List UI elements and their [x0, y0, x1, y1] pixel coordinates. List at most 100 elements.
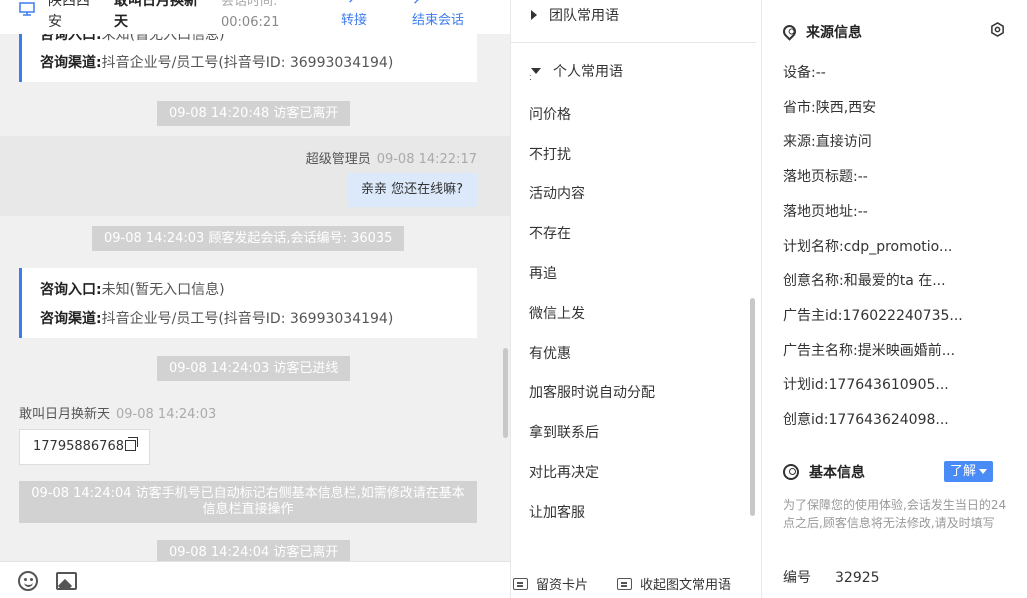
entry-label: 咨询入口:: [40, 282, 102, 298]
agent-message-bubble: 亲亲 您还在线嘛?: [346, 173, 477, 207]
collapse-phrases-button[interactable]: 收起图文常用语: [617, 574, 731, 593]
visitor-message-meta: 敢叫日月换新天 09-08 14:24:03: [19, 403, 216, 422]
phrase-item[interactable]: 问价格: [529, 104, 655, 144]
visitor-phone-number: 17795886768: [33, 439, 124, 454]
phrase-item[interactable]: 对比再决定: [529, 462, 655, 502]
phrase-item[interactable]: 不存在: [529, 223, 655, 263]
chat-panel: 陕西西安 敢叫日月换新天 会话时间: 00:06:21 → 转接 ↗ 结束会话 …: [0, 0, 510, 598]
chat-toolbar: [0, 561, 510, 598]
source-info-label: 省市:: [783, 99, 816, 116]
source-info-value: 176022240735...: [842, 307, 963, 324]
source-info-value: cdp_promotio...: [843, 238, 953, 255]
emoji-icon[interactable]: [18, 571, 38, 591]
source-info-value: 和最爱的ta 在...: [843, 273, 946, 290]
source-info-value: --: [857, 169, 868, 186]
customer-id-value: 32925: [835, 570, 880, 586]
phrases-scrollbar[interactable]: [750, 298, 755, 516]
chat-workspace: 陕西西安 敢叫日月换新天 会话时间: 00:06:21 → 转接 ↗ 结束会话 …: [0, 0, 1027, 598]
edit-notice: 为了保障您的使用体验,会话发生当日的24点之后,顾客信息将无法修改,请及时填写: [783, 498, 1007, 530]
transfer-label: 转接: [341, 13, 368, 28]
source-info-value: 陕西,西安: [815, 99, 877, 116]
settings-icon[interactable]: [990, 22, 1005, 37]
learn-more-label: 了解: [950, 464, 977, 479]
caret-down-icon: [531, 68, 541, 74]
system-message: 09-08 14:24:03 顾客发起会话,会话编号: 36035: [92, 226, 405, 251]
system-message: 09-08 14:20:48 访客已离开: [157, 101, 351, 126]
chat-scrollbar[interactable]: [503, 348, 508, 438]
source-info-value: --: [857, 203, 868, 220]
caret-right-icon: [531, 10, 537, 20]
entry-value: 未知(暂无入口信息): [101, 282, 225, 298]
channel-value: 抖音企业号/员工号(抖音号ID: 36993034194): [101, 55, 394, 71]
session-time: 00:06:21: [221, 15, 280, 30]
phrase-item[interactable]: 不打扰: [529, 144, 655, 184]
caret-down-icon: [979, 469, 988, 474]
learn-more-button[interactable]: 了解: [944, 461, 994, 482]
source-info-value: 提米映画婚前...: [857, 342, 956, 359]
source-info-label: 广告主名称:: [783, 342, 858, 359]
channel-value: 抖音企业号/员工号(抖音号ID: 36993034194): [101, 311, 394, 327]
location-pin-icon: [780, 22, 799, 41]
user-icon: [783, 464, 799, 480]
phrase-item[interactable]: 加客服时说自动分配: [529, 382, 655, 422]
collapse-phrases-label: 收起图文常用语: [640, 578, 732, 593]
source-info-row: 设备:--: [783, 62, 1013, 82]
phrase-item[interactable]: 微信上发: [529, 303, 655, 343]
customer-id-label: 编号: [783, 570, 811, 586]
phrase-item[interactable]: 活动内容: [529, 183, 655, 223]
divider: [511, 42, 756, 43]
source-info-row: 创意id:177643624098...: [783, 409, 1013, 429]
visitor-info-panel: 来源信息 设备:-- 省市:陕西,西安 来源:直接访问 落地页标题:-- 落地页地址:-…: [762, 0, 1027, 598]
source-info-label: 来源:: [783, 134, 816, 151]
transfer-icon: →: [341, 0, 367, 10]
phrases-footer: 留资卡片 收起图文常用语: [511, 561, 761, 598]
agent-name: 超级管理员: [305, 152, 371, 167]
chat-header: 陕西西安 敢叫日月换新天 会话时间: 00:06:21 → 转接 ↗ 结束会话: [0, 0, 510, 34]
phrase-list: 要电话问价格不打扰活动内容不存在再追微信上发有优惠加客服时说自动分配拿到联系后对…: [529, 75, 749, 545]
source-info-value: 直接访问: [815, 134, 872, 151]
source-info-value: --: [815, 65, 826, 81]
message-icon: [617, 578, 632, 590]
consult-info-card: 咨询入口:未知(暂无入口信息) 咨询渠道:抖音企业号/员工号(抖音号ID: 36…: [19, 268, 477, 338]
source-info-row: 计划名称:cdp_promotio...: [783, 236, 1013, 256]
phrase-item[interactable]: 让加客服: [529, 502, 655, 542]
leave-card-button[interactable]: 留资卡片: [513, 574, 588, 593]
transfer-button[interactable]: → 转接: [341, 0, 367, 31]
leave-card-label: 留资卡片: [536, 578, 589, 593]
source-info-label: 广告主id:: [783, 307, 843, 324]
monitor-icon: [19, 2, 35, 16]
copy-icon[interactable]: [124, 437, 138, 451]
visitor-message-time: 09-08 14:24:03: [116, 407, 217, 422]
source-info-row: 计划id:177643610905...: [783, 374, 1013, 394]
agent-message-meta: 超级管理员 09-08 14:22:17: [306, 148, 477, 167]
channel-label: 咨询渠道:: [40, 55, 102, 71]
visitor-message-name: 敢叫日月换新天: [19, 407, 111, 422]
source-info-row: 创意名称:和最爱的ta 在...: [783, 270, 1013, 290]
source-info-row: 省市:陕西,西安: [783, 97, 1013, 117]
source-info-label: 设备:: [783, 65, 816, 81]
card-icon: [513, 578, 528, 590]
personal-phrases-label: 个人常用语: [553, 64, 623, 80]
source-info-label: 计划id:: [783, 377, 829, 394]
source-info-label: 落地页地址:: [783, 203, 858, 220]
source-info-label: 落地页标题:: [783, 169, 858, 186]
source-info-row: 广告主名称:提米映画婚前...: [783, 340, 1013, 360]
end-session-button[interactable]: ↗ 结束会话: [412, 0, 464, 31]
phrase-item[interactable]: 有优惠: [529, 343, 655, 383]
source-info-row: 广告主id:176022240735...: [783, 305, 1013, 325]
quick-phrases-panel: 团队常用语 要电话问价格不打扰活动内容不存在再追微信上发有优惠加客服时说自动分配…: [510, 0, 762, 598]
phrase-item[interactable]: 再追: [529, 263, 655, 303]
session-time-label: 会话时间:: [221, 0, 278, 9]
personal-phrases-group[interactable]: 个人常用语: [531, 61, 731, 82]
team-phrases-group[interactable]: 团队常用语: [531, 5, 619, 25]
phrase-item[interactable]: 拿到联系后: [529, 422, 655, 462]
visitor-message-bubble: 17795886768: [19, 429, 150, 465]
source-info-value: 177643624098...: [828, 412, 949, 428]
image-icon[interactable]: [56, 572, 77, 590]
agent-message: 超级管理员 09-08 14:22:17 亲亲 您还在线嘛?: [0, 136, 510, 216]
channel-label: 咨询渠道:: [40, 311, 102, 327]
source-info-row: 落地页地址:--: [783, 201, 1013, 221]
customer-id-row: 编号 32925: [783, 567, 1013, 587]
source-info-label: 创意名称:: [783, 273, 844, 290]
source-info-label: 计划名称:: [783, 238, 844, 255]
